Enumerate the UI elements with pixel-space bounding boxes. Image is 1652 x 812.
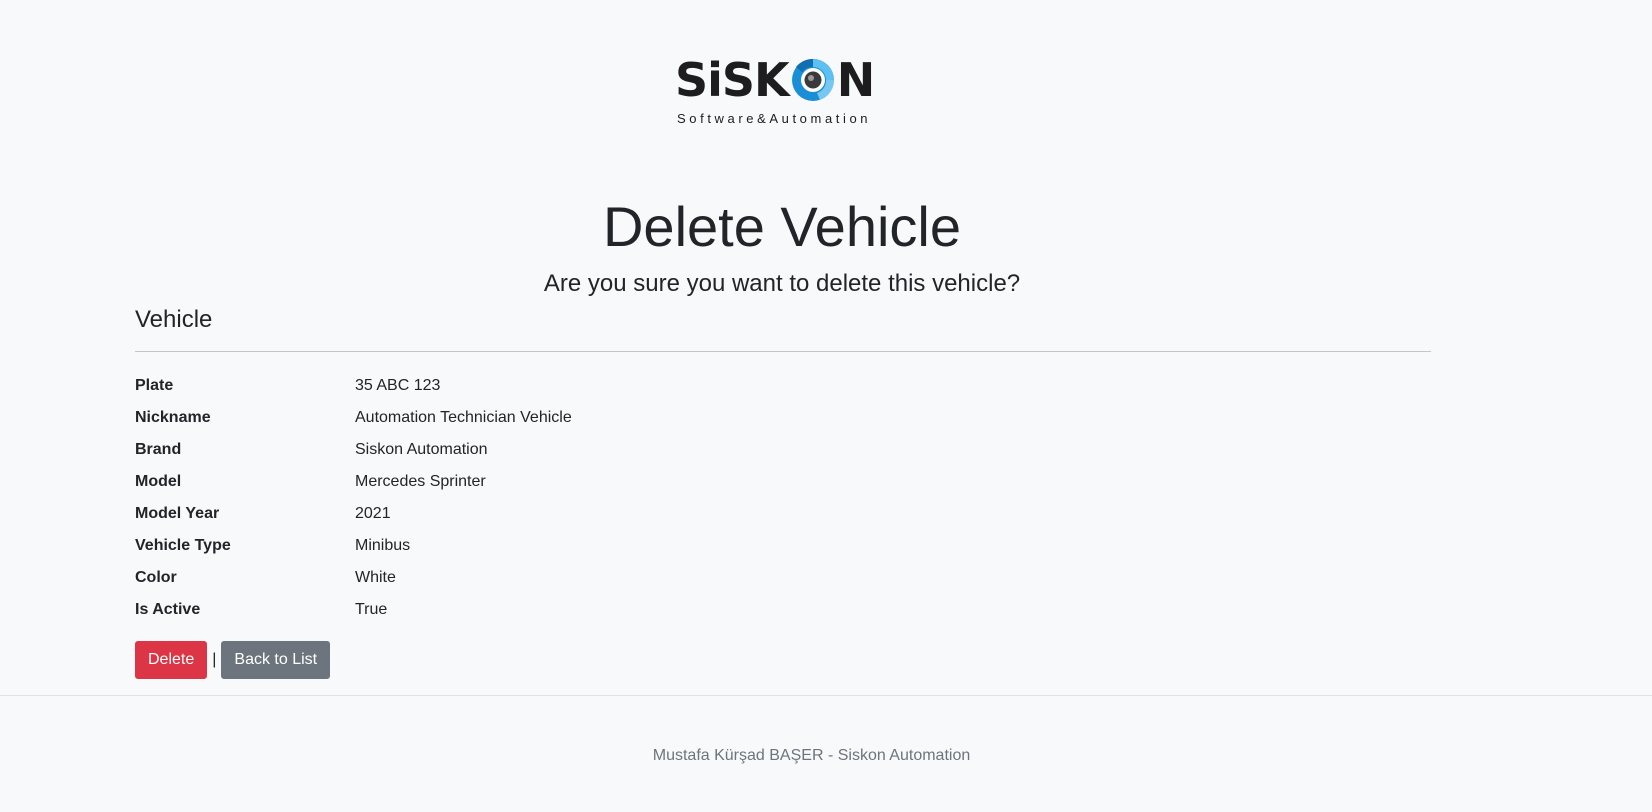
detail-row-vehicle-type: Vehicle Type Minibus: [135, 530, 572, 562]
detail-row-model: Model Mercedes Sprinter: [135, 466, 572, 498]
confirm-question: Are you sure you want to delete this veh…: [543, 270, 1021, 297]
detail-value: True: [355, 601, 388, 618]
section-title: Vehicle: [135, 306, 213, 333]
section-divider: [135, 351, 1431, 352]
detail-row-nickname: Nickname Automation Technician Vehicle: [135, 402, 572, 434]
detail-label: Model Year: [135, 505, 220, 522]
detail-value: 35 ABC 123: [355, 377, 441, 394]
detail-label: Nickname: [135, 409, 211, 426]
logo-wordmark: SiSK N: [675, 53, 875, 107]
logo-tagline: Software&Automation: [677, 111, 872, 126]
detail-label: Brand: [135, 441, 182, 458]
detail-label: Model: [135, 473, 182, 490]
detail-row-is-active: Is Active True: [135, 594, 572, 626]
detail-value: White: [355, 569, 396, 586]
logo-lens-icon: [791, 58, 834, 101]
detail-label: Color: [135, 569, 177, 586]
footer-divider: [0, 695, 1652, 696]
logo-text-left: SiSK: [675, 53, 790, 107]
detail-value: Automation Technician Vehicle: [355, 409, 572, 426]
detail-row-brand: Brand Siskon Automation: [135, 434, 572, 466]
action-separator: |: [212, 651, 217, 668]
vehicle-details: Plate 35 ABC 123 Nickname Automation Tec…: [135, 370, 572, 626]
detail-row-color: Color White: [135, 562, 572, 594]
form-actions: Delete | Back to List: [135, 641, 331, 679]
detail-row-model-year: Model Year 2021: [135, 498, 572, 530]
page-title: Delete Vehicle: [602, 195, 961, 258]
detail-value: Mercedes Sprinter: [355, 473, 486, 490]
footer-text: Mustafa Kürşad BAŞER - Siskon Automation: [652, 747, 971, 764]
detail-row-plate: Plate 35 ABC 123: [135, 370, 572, 402]
detail-label: Plate: [135, 377, 174, 394]
back-to-list-button[interactable]: Back to List: [221, 641, 331, 679]
detail-label: Is Active: [135, 601, 201, 618]
page: SiSK N Software&Automation Delete Vehicl…: [0, 0, 1652, 812]
detail-value: Minibus: [355, 537, 411, 554]
detail-value: 2021: [355, 505, 391, 522]
detail-value: Siskon Automation: [355, 441, 488, 458]
logo-text-right: N: [836, 53, 875, 107]
siskon-logo: SiSK N Software&Automation: [675, 55, 891, 127]
delete-button[interactable]: Delete: [135, 641, 208, 679]
detail-label: Vehicle Type: [135, 537, 231, 554]
